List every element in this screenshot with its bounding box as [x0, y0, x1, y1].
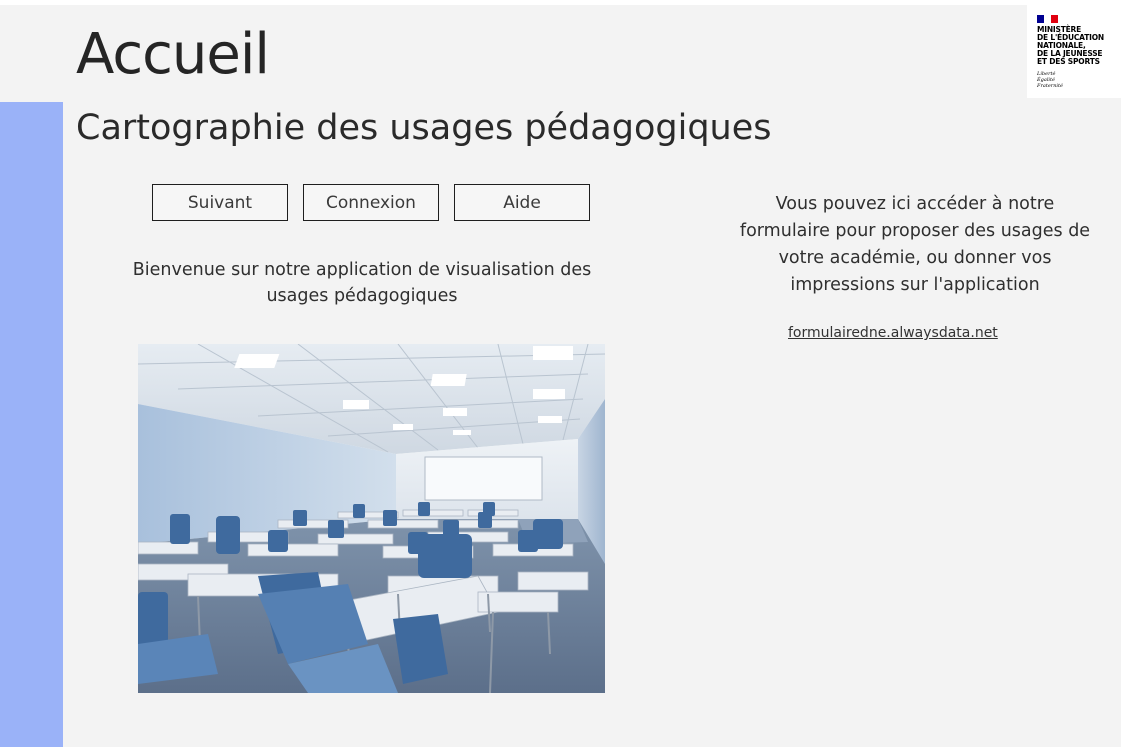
side-accent-band	[0, 102, 63, 747]
page-subtitle: Cartographie des usages pédagogiques	[76, 108, 772, 148]
help-button[interactable]: Aide	[454, 184, 590, 221]
page-title: Accueil	[76, 22, 270, 87]
republic-motto: Liberté Égalité Fraternité	[1037, 71, 1063, 89]
ministry-logo: MINISTÈRE DE L'ÉDUCATION NATIONALE, DE L…	[1027, 5, 1121, 98]
welcome-text: Bienvenue sur notre application de visua…	[132, 260, 592, 306]
page: Accueil Cartographie des usages pédagogi…	[0, 5, 1121, 747]
ministry-name: MINISTÈRE DE L'ÉDUCATION NATIONALE, DE L…	[1037, 25, 1104, 66]
form-link[interactable]: formulairedne.alwaysdata.net	[788, 325, 998, 341]
login-button[interactable]: Connexion	[303, 184, 439, 221]
form-info-text: Vous pouvez ici accéder à notre formulai…	[739, 194, 1091, 295]
classroom-image	[138, 344, 605, 693]
next-button[interactable]: Suivant	[152, 184, 288, 221]
french-flag-icon	[1037, 15, 1059, 23]
